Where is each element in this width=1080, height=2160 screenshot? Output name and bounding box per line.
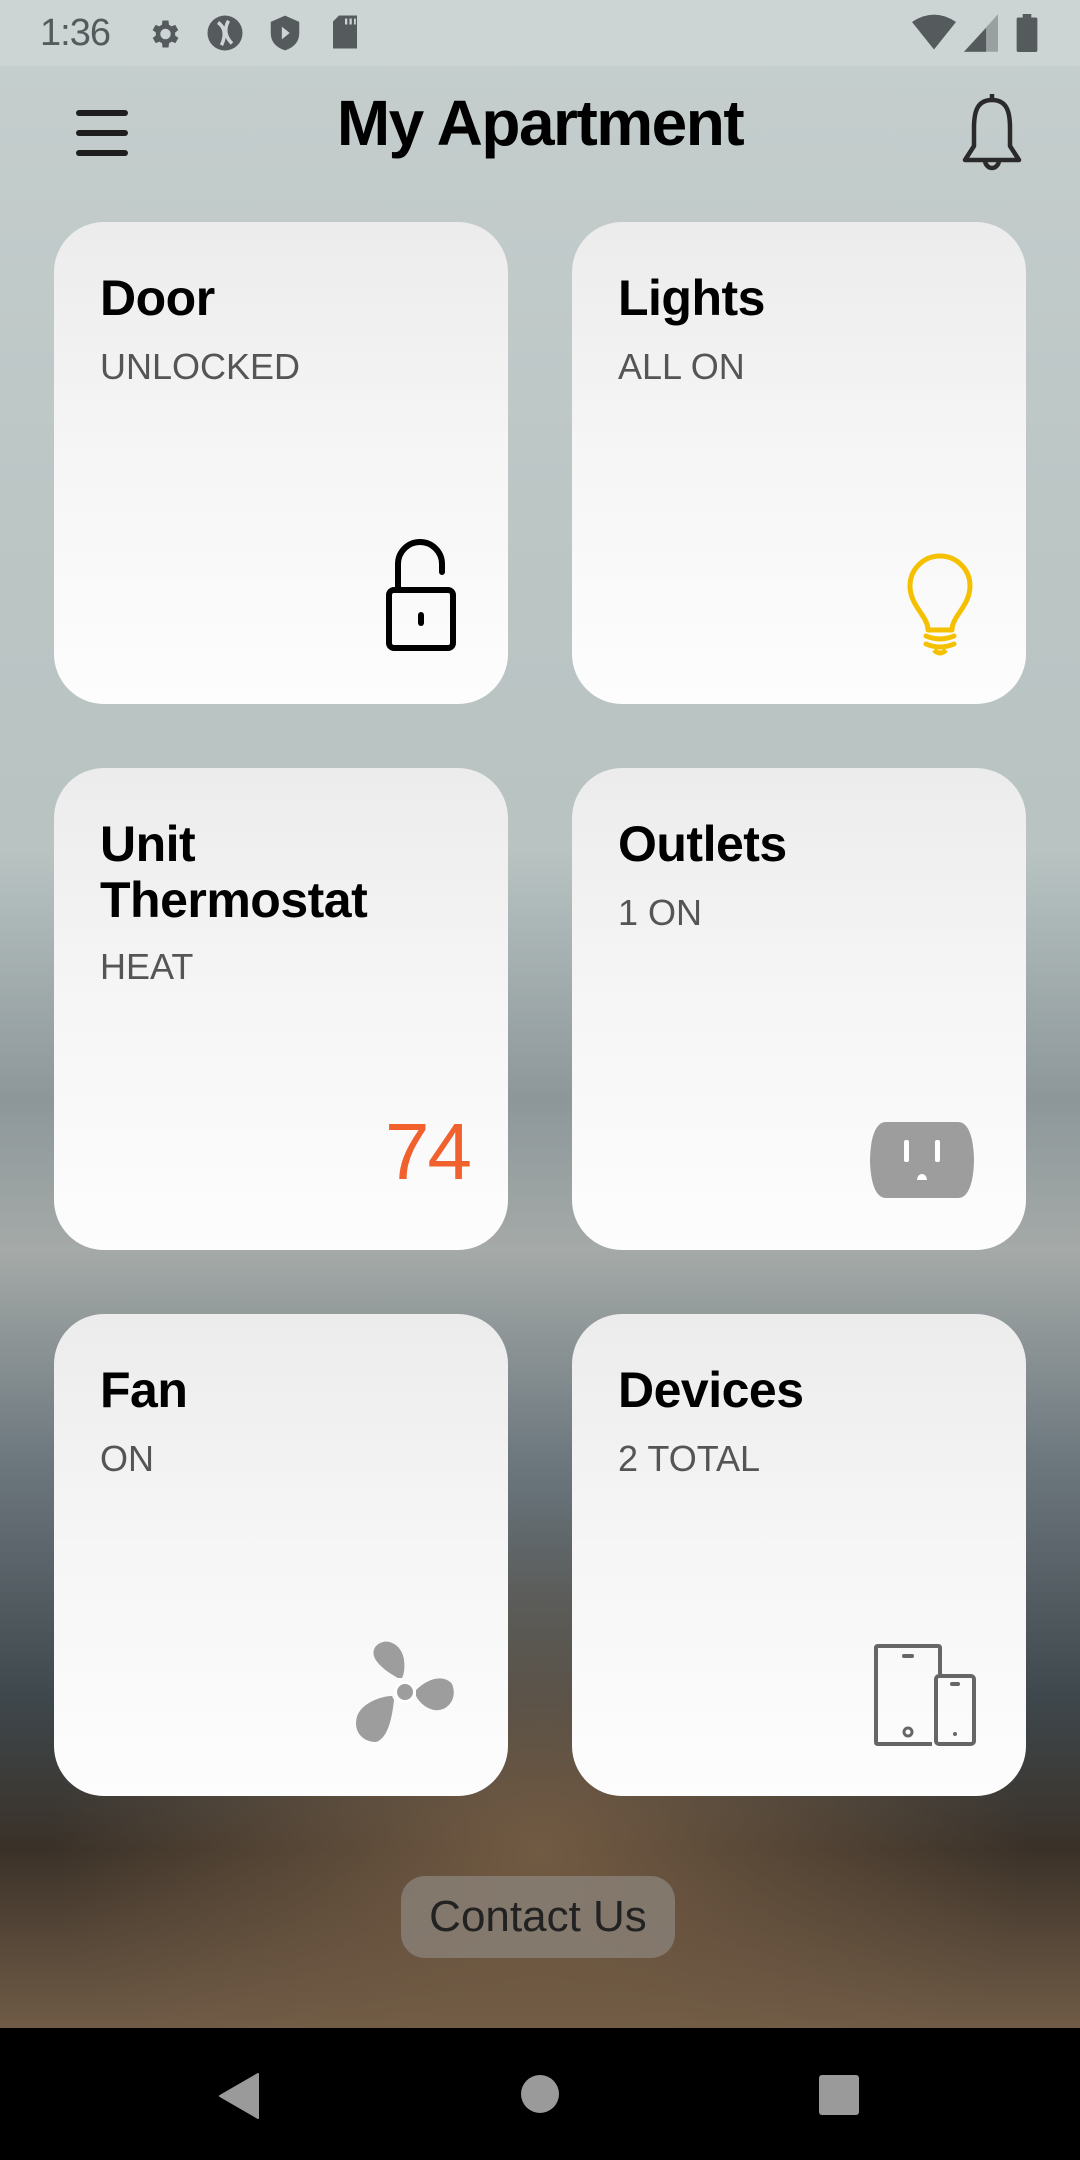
card-title: Outlets [618, 816, 787, 872]
card-status: ALL ON [618, 346, 745, 387]
power-outlet-icon [868, 1120, 976, 1205]
tablet-phone-icon [874, 1644, 978, 1753]
shield-play-icon [268, 14, 302, 57]
card-devices[interactable]: Devices 2 TOTAL [572, 1314, 1026, 1796]
settings-gear-icon [146, 16, 182, 57]
thermostat-temperature: 74 [385, 1107, 472, 1196]
card-status: 1 ON [618, 892, 703, 933]
battery-icon [1016, 14, 1038, 57]
sd-card-icon [330, 14, 360, 55]
sync-app-icon [204, 12, 246, 59]
card-title: Devices [618, 1362, 804, 1418]
bell-icon[interactable] [955, 88, 1029, 178]
wifi-icon [912, 14, 956, 57]
back-icon[interactable] [218, 2072, 260, 2125]
card-status: HEAT [100, 946, 194, 987]
card-status: 2 TOTAL [618, 1438, 761, 1479]
card-title: Lights [618, 270, 765, 326]
card-title: Door [100, 270, 215, 326]
status-bar: 1:36 [0, 0, 1080, 66]
page-title: My Apartment [336, 87, 745, 159]
card-title: Fan [100, 1362, 188, 1418]
lightbulb-icon [906, 552, 974, 661]
status-time: 1:36 [40, 12, 111, 54]
cellular-signal-icon [964, 14, 998, 57]
recents-icon[interactable] [818, 2074, 860, 2121]
card-unit-thermostat[interactable]: Unit Thermostat HEAT 74 [54, 768, 508, 1250]
card-status: ON [100, 1438, 154, 1479]
navigation-bar [0, 2028, 1080, 2160]
contact-us-button[interactable]: Contact Us [401, 1876, 675, 1958]
card-status: UNLOCKED [100, 346, 301, 387]
card-lights[interactable]: Lights ALL ON [572, 222, 1026, 704]
unlocked-padlock-icon [384, 534, 460, 659]
fan-icon [350, 1638, 460, 1753]
app-bar: My Apartment [0, 66, 1080, 196]
card-title: Unit Thermostat [100, 816, 368, 928]
card-outlets[interactable]: Outlets 1 ON [572, 768, 1026, 1250]
card-door[interactable]: Door UNLOCKED [54, 222, 508, 704]
home-icon[interactable] [520, 2074, 560, 2119]
card-fan[interactable]: Fan ON [54, 1314, 508, 1796]
